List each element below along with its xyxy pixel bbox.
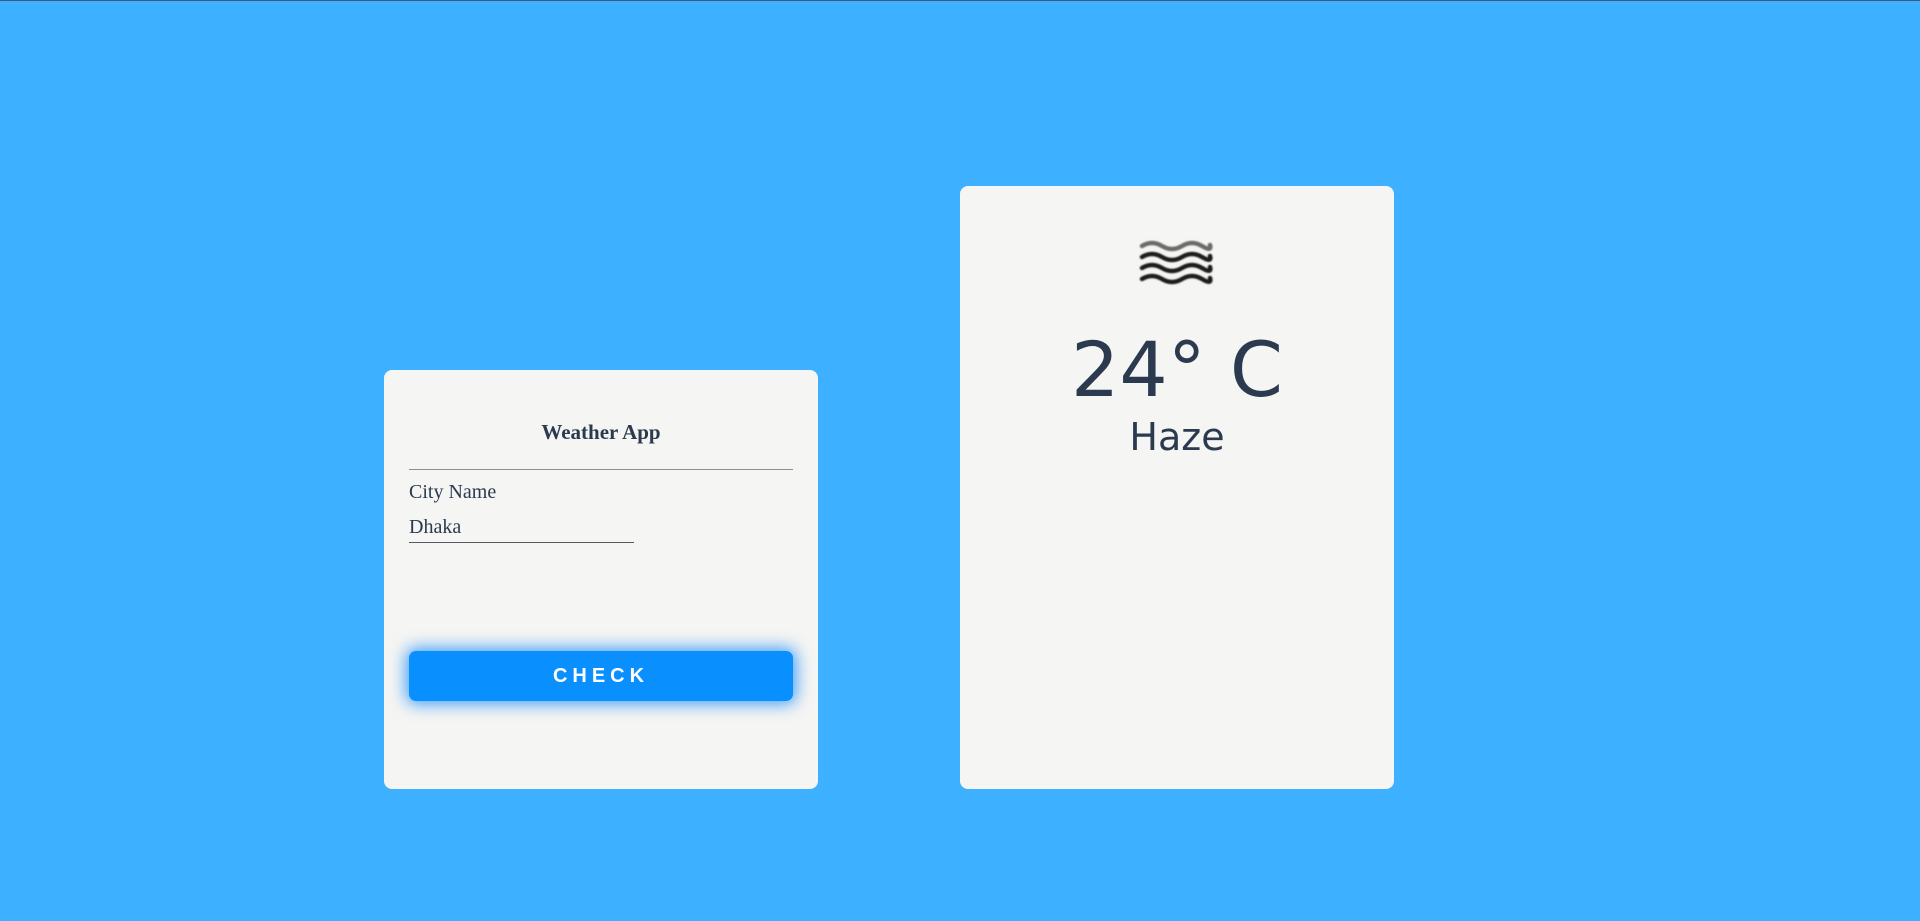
weather-result-card: 24° C Haze — [960, 186, 1394, 789]
check-button[interactable]: CHECK — [409, 651, 793, 701]
weather-condition: Haze — [1129, 415, 1225, 459]
search-card: Weather App City Name CHECK — [384, 370, 818, 789]
city-name-input[interactable] — [409, 513, 634, 543]
city-name-label: City Name — [409, 481, 497, 503]
app-title: Weather App — [541, 420, 661, 444]
temperature-value: 24° C — [1071, 325, 1283, 414]
haze-icon — [1139, 240, 1213, 285]
title-divider — [409, 469, 793, 470]
